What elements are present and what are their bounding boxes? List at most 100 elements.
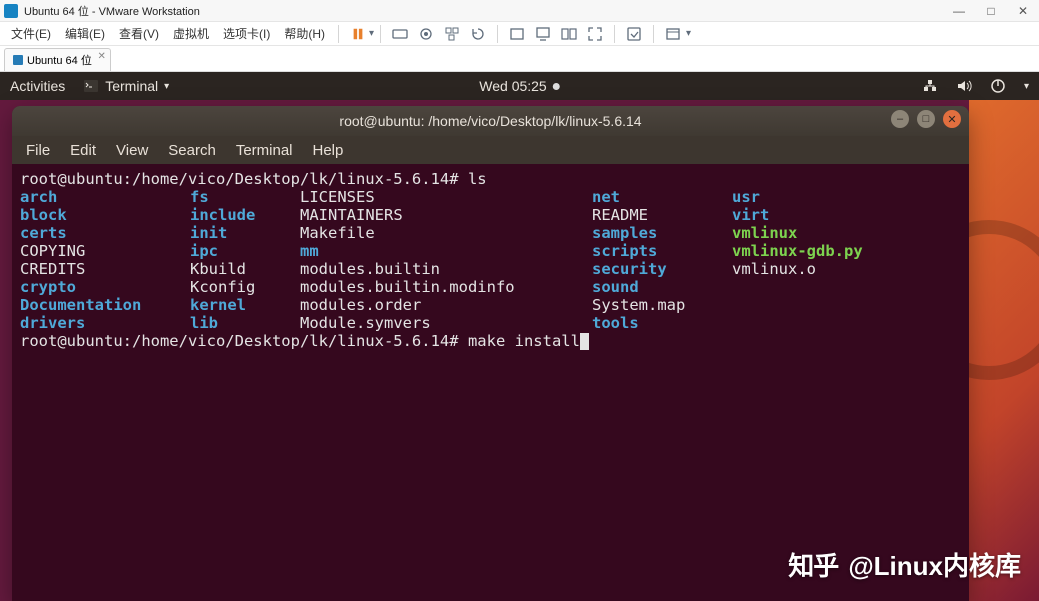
app-menu-label: Terminal (105, 78, 158, 94)
ls-entry: modules.builtin (300, 260, 592, 278)
tab-close-icon[interactable]: ✕ (97, 51, 105, 62)
ls-entry: security (592, 260, 732, 278)
menu-tabs[interactable]: 选项卡(I) (216, 25, 277, 42)
ls-entry: vmlinux.o (732, 260, 961, 278)
system-menu-chevron-icon[interactable]: ▾ (1024, 81, 1029, 92)
ls-entry: fs (190, 188, 300, 206)
terminal-close-button[interactable]: ✕ (943, 110, 961, 128)
ls-entry (732, 314, 961, 332)
ls-entry: block (20, 206, 190, 224)
ls-entry: virt (732, 206, 961, 224)
ls-entry: tools (592, 314, 732, 332)
ls-entry: COPYING (20, 242, 190, 260)
pause-dropdown-icon[interactable]: ▾ (369, 28, 374, 39)
ls-entry: vmlinux-gdb.py (732, 242, 961, 260)
snapshot-icon[interactable] (418, 26, 434, 42)
activities-button[interactable]: Activities (10, 78, 65, 94)
terminal-body[interactable]: root@ubuntu:/home/vico/Desktop/lk/linux-… (12, 164, 969, 356)
app-menu[interactable]: Terminal ▾ (83, 78, 169, 94)
terminal-titlebar[interactable]: root@ubuntu: /home/vico/Desktop/lk/linux… (12, 106, 969, 136)
fullscreen-icon[interactable] (587, 26, 603, 42)
terminal-maximize-button[interactable]: □ (917, 110, 935, 128)
view-single-icon[interactable] (509, 26, 525, 42)
ls-entry: net (592, 188, 732, 206)
desktop-wallpaper (969, 100, 1039, 601)
terminal-app-icon (83, 78, 99, 94)
term-menu-search[interactable]: Search (168, 142, 216, 159)
library-dropdown-icon[interactable]: ▾ (686, 28, 691, 39)
host-minimize-button[interactable]: — (943, 4, 975, 18)
pause-vm-icon[interactable] (350, 26, 366, 42)
chevron-down-icon: ▾ (164, 81, 169, 92)
watermark-text: @Linux内核库 (848, 546, 1021, 583)
view-console-icon[interactable] (535, 26, 551, 42)
clock-label: Wed 05:25 (479, 78, 546, 94)
term-menu-terminal[interactable]: Terminal (236, 142, 293, 159)
ls-entry: System.map (592, 296, 732, 314)
ls-entry: LICENSES (300, 188, 592, 206)
term-menu-view[interactable]: View (116, 142, 148, 159)
ls-entry: crypto (20, 278, 190, 296)
ls-entry: ipc (190, 242, 300, 260)
power-icon[interactable] (990, 78, 1006, 94)
revert-snapshot-icon[interactable] (470, 26, 486, 42)
snapshot-manager-icon[interactable] (444, 26, 460, 42)
term-menu-file[interactable]: File (26, 142, 50, 159)
host-close-button[interactable]: ✕ (1007, 4, 1039, 18)
guest-viewport: Activities Terminal ▾ Wed 05:25 ▾ root@u… (0, 72, 1039, 601)
terminal-title: root@ubuntu: /home/vico/Desktop/lk/linux… (339, 113, 641, 129)
ls-entry: vmlinux (732, 224, 961, 242)
ls-entry: kernel (190, 296, 300, 314)
menu-view[interactable]: 查看(V) (112, 25, 166, 42)
volume-icon[interactable] (956, 78, 972, 94)
clock[interactable]: Wed 05:25 (479, 78, 559, 94)
ls-entry: drivers (20, 314, 190, 332)
send-ctrl-alt-del-icon[interactable] (392, 26, 408, 42)
ls-entry: README (592, 206, 732, 224)
library-icon[interactable] (665, 26, 681, 42)
vmware-menubar: 文件(E) 编辑(E) 查看(V) 虚拟机 选项卡(I) 帮助(H) ▾ ▾ (0, 22, 1039, 46)
ls-entry (732, 278, 961, 296)
ls-entry: Documentation (20, 296, 190, 314)
terminal-window: root@ubuntu: /home/vico/Desktop/lk/linux… (12, 106, 969, 601)
tab-vm-icon (13, 55, 23, 65)
vmware-tabstrip: Ubuntu 64 位 ✕ (0, 46, 1039, 72)
prompt-line-2: root@ubuntu:/home/vico/Desktop/lk/linux-… (20, 332, 580, 350)
vmware-logo-icon (4, 4, 18, 18)
vmware-title: Ubuntu 64 位 - VMware Workstation (24, 3, 200, 19)
menu-file[interactable]: 文件(E) (4, 25, 58, 42)
ls-entry: mm (300, 242, 592, 260)
prompt-line-1: root@ubuntu:/home/vico/Desktop/lk/linux-… (20, 170, 487, 188)
network-icon[interactable] (922, 78, 938, 94)
ls-entry: MAINTAINERS (300, 206, 592, 224)
view-expand-icon[interactable] (561, 26, 577, 42)
ls-entry: init (190, 224, 300, 242)
menu-help[interactable]: 帮助(H) (277, 25, 332, 42)
terminal-menubar: File Edit View Search Terminal Help (12, 136, 969, 164)
term-menu-edit[interactable]: Edit (70, 142, 96, 159)
unity-icon[interactable] (626, 26, 642, 42)
ls-entry: CREDITS (20, 260, 190, 278)
ls-entry: Kconfig (190, 278, 300, 296)
ls-entry: Kbuild (190, 260, 300, 278)
ls-entry: Makefile (300, 224, 592, 242)
vm-tab-label: Ubuntu 64 位 (27, 52, 92, 68)
ls-entry: usr (732, 188, 961, 206)
ls-entry: Module.symvers (300, 314, 592, 332)
ls-output-grid: archfsLICENSESnetusr blockincludeMAINTAIN… (20, 188, 961, 332)
cursor-block (580, 333, 589, 350)
ls-entry: samples (592, 224, 732, 242)
ls-entry: modules.builtin.modinfo (300, 278, 592, 296)
ls-entry: scripts (592, 242, 732, 260)
menu-edit[interactable]: 编辑(E) (58, 25, 112, 42)
vmware-titlebar: Ubuntu 64 位 - VMware Workstation — □ ✕ (0, 0, 1039, 22)
ls-entry: include (190, 206, 300, 224)
terminal-minimize-button[interactable]: – (891, 110, 909, 128)
menu-vm[interactable]: 虚拟机 (166, 25, 216, 42)
notification-dot-icon (553, 83, 560, 90)
ls-entry: arch (20, 188, 190, 206)
vm-tab-ubuntu[interactable]: Ubuntu 64 位 ✕ (4, 48, 111, 71)
host-maximize-button[interactable]: □ (975, 4, 1007, 18)
term-menu-help[interactable]: Help (313, 142, 344, 159)
zhihu-logo-icon: 知乎 (788, 546, 838, 583)
